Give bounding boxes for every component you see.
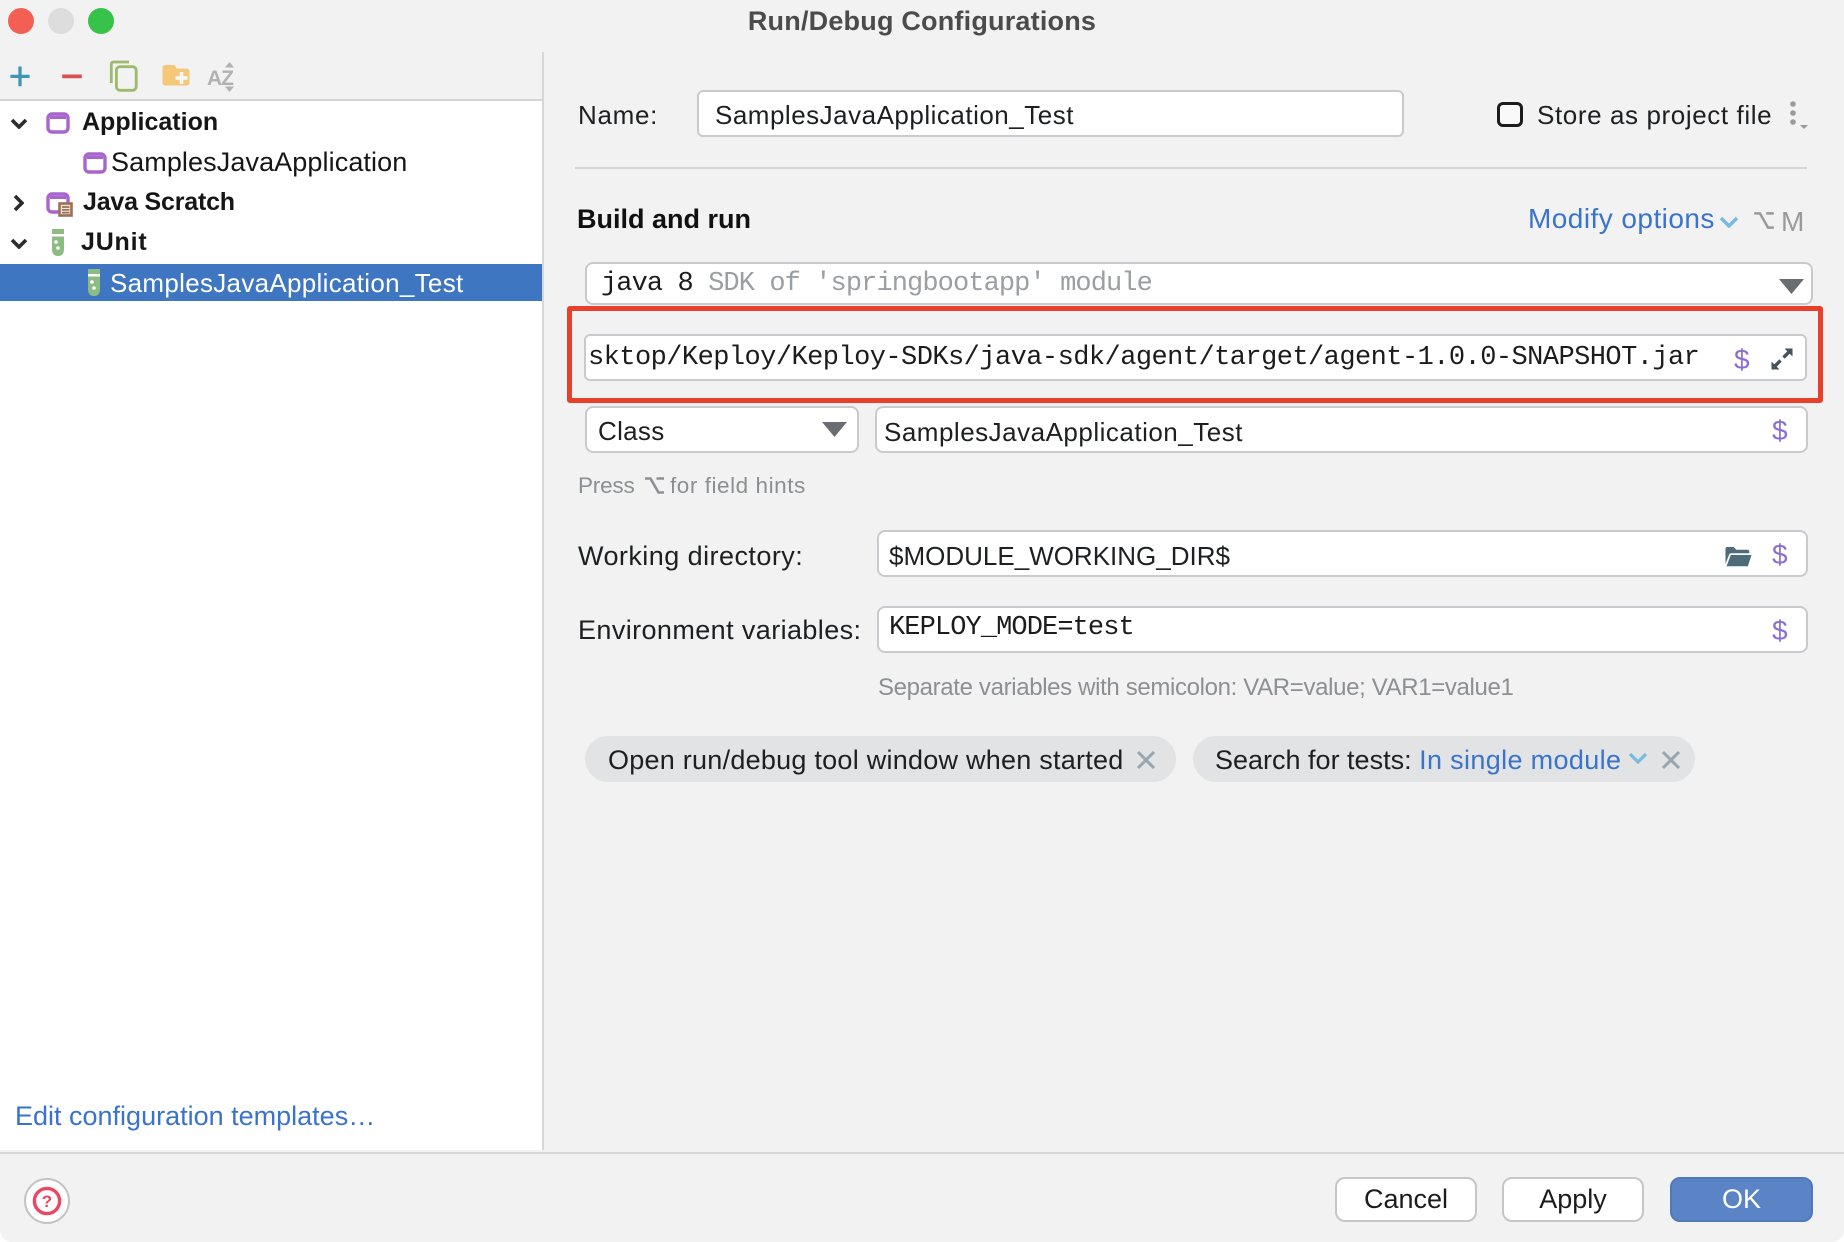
svg-text:?: ? — [42, 1192, 52, 1211]
